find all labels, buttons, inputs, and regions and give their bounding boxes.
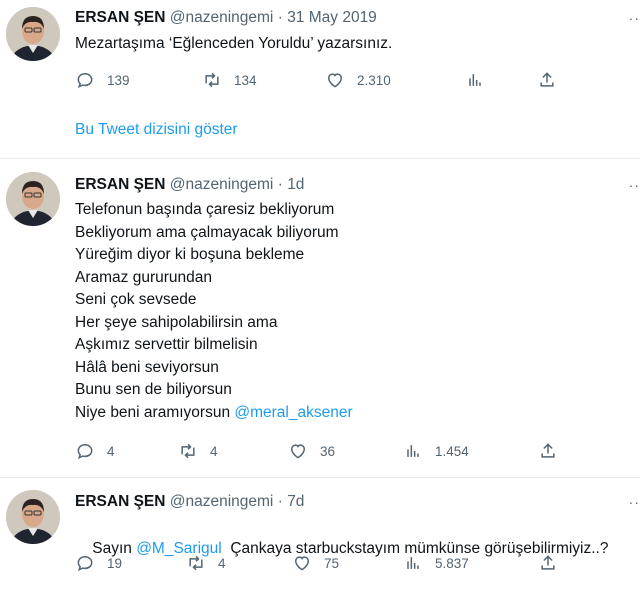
retweet-button[interactable]: 4	[178, 441, 218, 461]
tweet-header: ERSAN ŞEN @nazeningemi · 31 May 2019	[75, 8, 377, 28]
like-count: 36	[320, 443, 336, 459]
analytics-button[interactable]: 5.837	[403, 553, 469, 573]
more-options-icon[interactable]: ··	[629, 10, 640, 26]
share-icon	[541, 443, 555, 458]
analytics-icon	[407, 445, 419, 457]
action-bar: 139 134 2.310	[75, 70, 640, 90]
retweet-count: 134	[234, 72, 257, 88]
avatar[interactable]	[6, 490, 60, 544]
mention-link[interactable]: @meral_aksener	[234, 404, 352, 421]
reply-count: 139	[107, 72, 130, 88]
like-count: 75	[324, 555, 340, 571]
tweet-header: ERSAN ŞEN @nazeningemi · 1d	[75, 175, 304, 195]
retweet-icon	[181, 443, 195, 459]
tweet-text-line: Telefonun başında çaresiz bekliyorum	[75, 201, 335, 218]
avatar[interactable]	[6, 172, 60, 226]
like-count: 2.310	[357, 72, 391, 88]
tweet-text-line: Aramaz gururundan	[75, 268, 212, 286]
tweet-text-line: Seni çok sevsede	[75, 291, 197, 308]
retweet-button[interactable]: 134	[202, 70, 257, 90]
analytics-button[interactable]: 1.454	[403, 441, 469, 461]
share-icon	[540, 72, 554, 87]
avatar[interactable]	[6, 7, 60, 61]
display-name[interactable]: ERSAN ŞEN	[75, 493, 165, 510]
share-button[interactable]	[538, 553, 570, 573]
tweet-header: ERSAN ŞEN @nazeningemi · 7d	[75, 492, 304, 512]
tweet-text-segment: Niye beni aramıyorsun	[75, 403, 235, 421]
timestamp[interactable]: 7d	[287, 493, 304, 510]
tweet-1[interactable]: ERSAN ŞEN @nazeningemi · 31 May 2019 ·· …	[0, 0, 640, 158]
separator: ·	[277, 9, 283, 26]
retweet-count: 4	[218, 555, 226, 571]
retweet-button[interactable]: 4	[186, 553, 226, 573]
action-bar: 19 4 75 5.837	[75, 553, 640, 573]
tweet-text-line: Bunu sen de biliyorsun	[75, 381, 232, 398]
user-handle[interactable]: @nazeningemi	[170, 9, 274, 26]
analytics-button[interactable]	[465, 70, 497, 90]
tweet-text-line: Mezartaşıma ‘Eğlenceden Yoruldu’ yazarsı…	[75, 35, 393, 52]
view-count: 1.454	[435, 443, 469, 459]
tweet-text: Mezartaşıma ‘Eğlenceden Yoruldu’ yazarsı…	[75, 33, 392, 56]
reply-button[interactable]: 139	[75, 70, 130, 90]
display-name[interactable]: ERSAN ŞEN	[75, 176, 165, 193]
heart-icon	[327, 73, 343, 88]
reply-count: 4	[107, 443, 115, 459]
user-handle[interactable]: @nazeningemi	[170, 176, 274, 193]
tweet-2[interactable]: ERSAN ŞEN @nazeningemi · 1d ·· Telefonun…	[0, 159, 640, 477]
share-button[interactable]	[538, 441, 570, 461]
reply-count: 19	[107, 555, 123, 571]
tweet-text-line: Bekliyorum ama çalmayacak biliyorum	[75, 223, 339, 241]
like-button[interactable]: 75	[292, 553, 339, 573]
tweet-text-line: Her şeye sahipolabilirsin ama	[75, 313, 278, 331]
tweet-3[interactable]: ERSAN ŞEN @nazeningemi · 7d ·· Sayın @M_…	[0, 478, 640, 589]
share-button[interactable]	[537, 70, 569, 90]
tweet-text-line: Hâlâ beni seviyorsun	[75, 358, 219, 376]
reply-icon	[77, 555, 93, 572]
tweet-text: Telefonun başında çaresiz bekliyorum Bek…	[75, 199, 353, 424]
reply-icon	[77, 72, 93, 89]
analytics-icon	[407, 557, 419, 569]
reply-button[interactable]: 4	[75, 441, 115, 461]
heart-icon	[294, 556, 310, 571]
separator: ·	[277, 493, 283, 510]
display-name[interactable]: ERSAN ŞEN	[75, 9, 165, 26]
separator: ·	[277, 176, 283, 193]
reply-icon	[77, 443, 93, 460]
like-button[interactable]: 36	[288, 441, 335, 461]
analytics-icon	[469, 74, 481, 86]
share-icon	[541, 555, 555, 570]
retweet-icon	[205, 72, 219, 88]
show-thread-link[interactable]: Bu Tweet dizisini göster	[75, 121, 238, 139]
retweet-count: 4	[210, 443, 218, 459]
user-handle[interactable]: @nazeningemi	[170, 493, 274, 510]
timestamp[interactable]: 1d	[287, 176, 304, 193]
heart-icon	[290, 444, 306, 459]
like-button[interactable]: 2.310	[325, 70, 391, 90]
action-bar: 4 4 36 1.454	[75, 441, 640, 461]
timestamp[interactable]: 31 May 2019	[287, 9, 377, 26]
view-count: 5.837	[435, 555, 469, 571]
tweet-text-line: Niye beni aramıyorsun @meral_aksener	[75, 402, 353, 425]
retweet-icon	[189, 555, 203, 571]
reply-button[interactable]: 19	[75, 553, 122, 573]
more-options-icon[interactable]: ··	[629, 494, 640, 510]
tweet-text-line: Yüreğim diyor ki boşuna bekleme	[75, 246, 305, 263]
tweet-text-line: Aşkımız servettir bilmelisin	[75, 336, 258, 353]
more-options-icon[interactable]: ··	[629, 177, 640, 193]
